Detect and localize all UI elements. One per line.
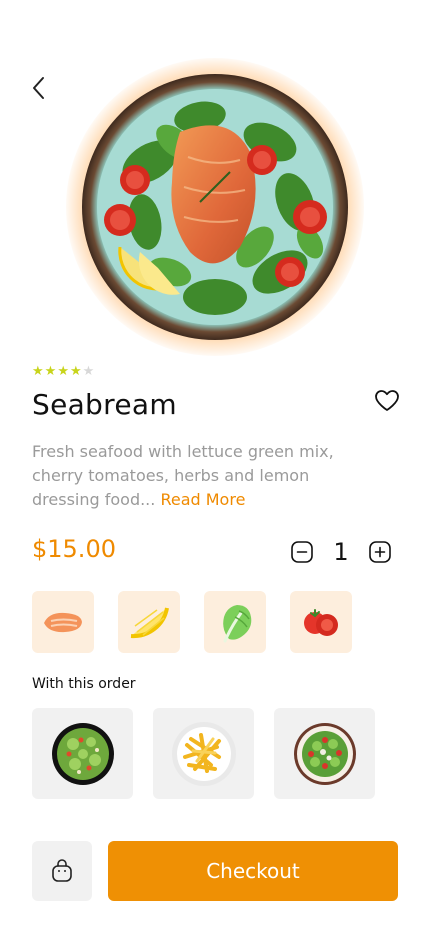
heart-icon <box>375 390 399 411</box>
cart-button[interactable] <box>32 841 92 901</box>
addon-item-green-salad[interactable] <box>32 708 133 799</box>
increase-button[interactable] <box>368 540 392 564</box>
checkout-button[interactable]: Checkout <box>108 841 398 901</box>
addon-item-mixed-salad[interactable] <box>274 708 375 799</box>
addons-list <box>32 708 375 799</box>
addon-item-fries[interactable] <box>153 708 254 799</box>
decrease-button[interactable] <box>290 540 314 564</box>
with-order-label: With this order <box>32 676 136 692</box>
star-icon: ★ <box>32 364 44 379</box>
shopping-bag-icon <box>52 859 72 882</box>
quantity-value: 1 <box>333 538 349 566</box>
read-more-link[interactable]: Read More <box>160 490 245 509</box>
quantity-stepper: 1 <box>290 538 392 566</box>
lemon-icon <box>130 607 169 639</box>
plus-icon <box>369 541 391 563</box>
ingredient-lettuce <box>204 591 266 653</box>
salmon-plate-image <box>82 74 348 340</box>
mixed-salad-icon <box>293 722 356 785</box>
product-title: Seabream <box>32 388 177 421</box>
fries-icon <box>171 721 236 786</box>
star-icon: ★ <box>44 364 57 379</box>
tomato-icon <box>304 609 338 636</box>
favorite-button[interactable] <box>374 389 400 413</box>
star-icon: ★ <box>57 364 69 379</box>
star-empty-icon: ★ <box>82 364 95 379</box>
ingredient-salmon <box>32 591 94 653</box>
star-rating: ★ ★ ★ ★ ★ <box>32 364 94 380</box>
ingredients-list <box>32 591 352 653</box>
salmon-icon <box>44 612 82 633</box>
chevron-left-icon <box>33 77 44 99</box>
lettuce-icon <box>223 605 252 643</box>
minus-icon <box>291 541 313 563</box>
product-description: Fresh seafood with lettuce green mix, ch… <box>32 440 362 512</box>
ingredient-tomato <box>290 591 352 653</box>
star-icon: ★ <box>69 364 82 379</box>
back-button[interactable] <box>28 74 52 102</box>
product-image <box>66 58 364 356</box>
product-price: $15.00 <box>32 535 116 563</box>
green-salad-icon <box>51 722 114 785</box>
ingredient-lemon <box>118 591 180 653</box>
